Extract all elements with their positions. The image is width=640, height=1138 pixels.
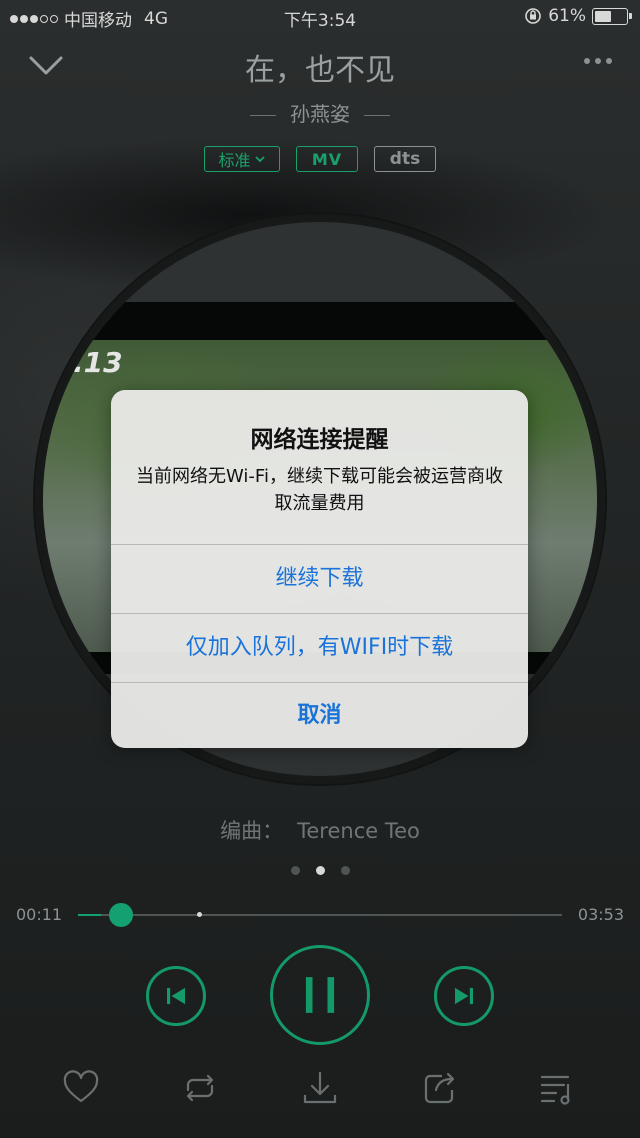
cancel-button[interactable]: 取消: [111, 682, 528, 748]
dialog-title: 网络连接提醒: [250, 427, 389, 453]
dialog-message: 当前网络无Wi-Fi，继续下载可能会被运营商收取流量费用: [136, 466, 503, 514]
queue-download-button[interactable]: 仅加入队列，有WIFI时下载: [111, 613, 528, 682]
network-alert-dialog: 网络连接提醒 当前网络无Wi-Fi，继续下载可能会被运营商收取流量费用 继续下载…: [111, 390, 528, 748]
continue-download-button[interactable]: 继续下载: [111, 544, 528, 613]
